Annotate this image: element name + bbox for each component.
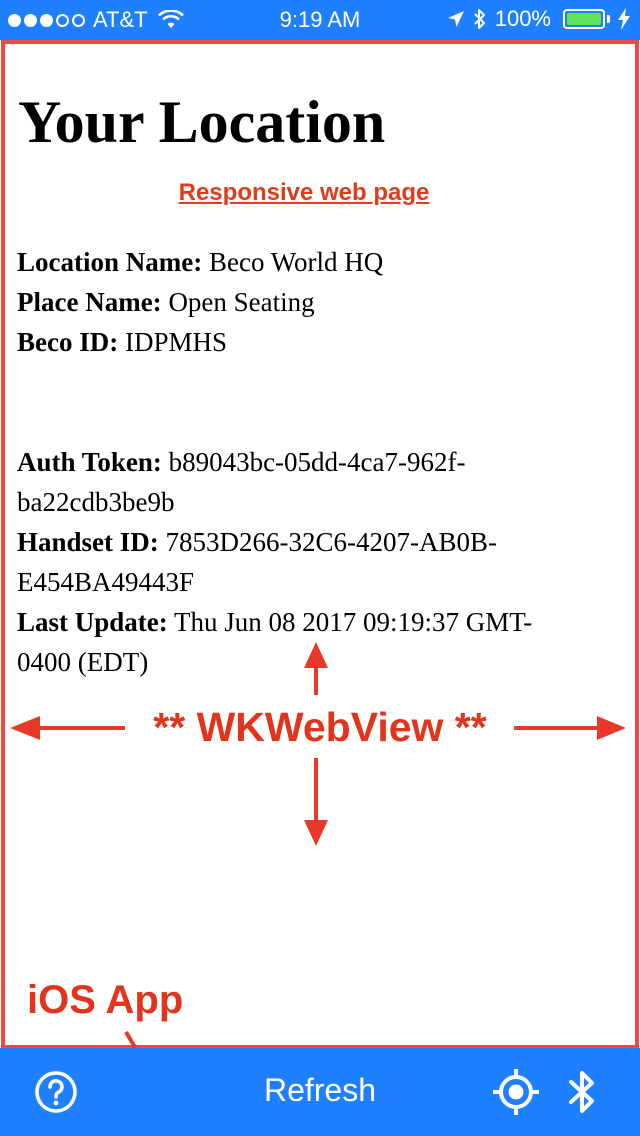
- responsive-page-link[interactable]: Responsive web page: [0, 179, 608, 207]
- last-update-row: Last Update: Thu Jun 08 2017 09:19:37 GM…: [17, 607, 533, 677]
- location-info: Location Name: Beco World HQ Place Name:…: [17, 242, 607, 362]
- page-title: Your Location: [18, 89, 386, 155]
- bluetooth-icon[interactable]: [568, 1070, 598, 1114]
- beco-id-row: Beco ID: IDPMHS: [17, 327, 228, 357]
- auth-token-row: Auth Token: b89043bc-05dd-4ca7-962f-ba22…: [17, 447, 466, 517]
- place-name-row: Place Name: Open Seating: [17, 287, 315, 317]
- handset-id-row: Handset ID: 7853D266-32C6-4207-AB0B-E454…: [17, 527, 498, 597]
- location-arrow-icon: [447, 11, 464, 27]
- ios-app-annotation-label: iOS App: [27, 978, 184, 1022]
- locate-icon[interactable]: [492, 1068, 540, 1116]
- location-name-row: Location Name: Beco World HQ: [17, 247, 384, 277]
- refresh-button[interactable]: Refresh: [0, 1072, 640, 1109]
- webview-annotation-label: ** WKWebView **: [153, 704, 487, 750]
- status-right: 100%: [447, 6, 630, 32]
- status-bar: AT&T 9:19 AM 100%: [0, 0, 640, 40]
- bluetooth-status-icon: [474, 9, 485, 29]
- charging-bolt-icon: [618, 8, 630, 30]
- device-info: Auth Token: b89043bc-05dd-4ca7-962f-ba22…: [17, 442, 577, 682]
- battery-percent: 100%: [494, 6, 551, 31]
- battery-icon: [563, 9, 605, 29]
